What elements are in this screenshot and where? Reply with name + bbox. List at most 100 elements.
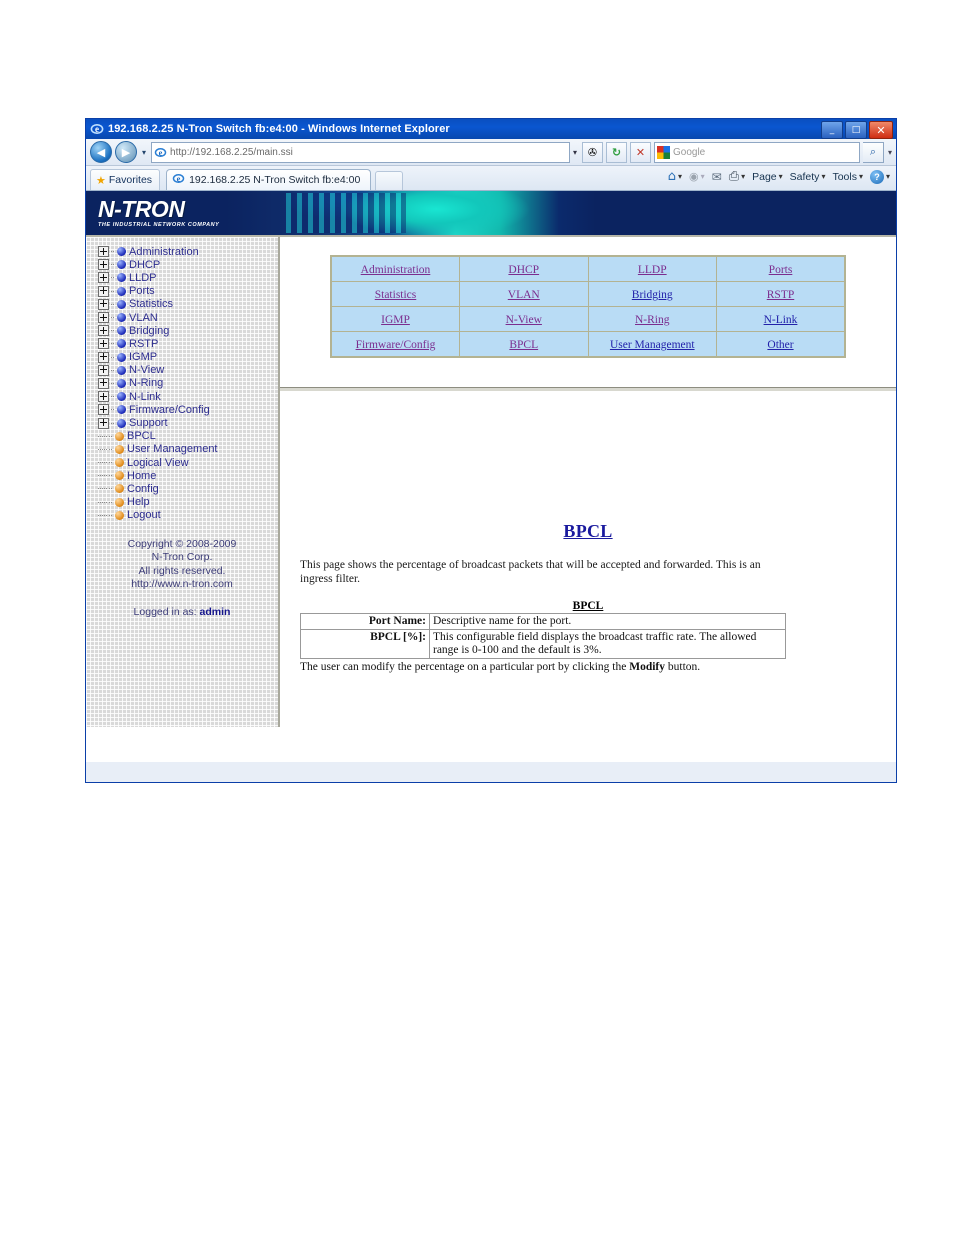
quick-link-igmp[interactable]: IGMP <box>381 314 410 326</box>
quick-link-bridging[interactable]: Bridging <box>632 289 673 301</box>
expand-plus-icon[interactable] <box>98 391 109 403</box>
refresh-icon[interactable]: ↻ <box>605 141 627 163</box>
blue-sphere-icon <box>117 260 126 270</box>
sidebar-item-config[interactable]: Config <box>98 482 278 495</box>
address-dropdown-icon[interactable]: ▾ <box>573 148 579 157</box>
expand-plus-icon[interactable] <box>98 351 109 363</box>
tools-menu-button[interactable]: Tools ▾ <box>830 170 865 184</box>
quick-link-n-ring[interactable]: N-Ring <box>635 314 670 326</box>
quick-link-user-management[interactable]: User Management <box>610 339 695 351</box>
sidebar-item-label: IGMP <box>129 351 158 364</box>
sidebar-item-bridging[interactable]: Bridging <box>98 324 278 337</box>
expand-plus-icon[interactable] <box>98 272 109 284</box>
quick-link-n-link[interactable]: N-Link <box>764 314 798 326</box>
tree-connector-line <box>111 303 115 305</box>
page-menu-button[interactable]: Page ▾ <box>750 170 785 184</box>
sidebar-item-support[interactable]: Support <box>98 416 278 429</box>
stop-icon[interactable]: ✕ <box>629 141 651 163</box>
expand-plus-icon[interactable] <box>98 377 109 389</box>
quick-link-n-view[interactable]: N-View <box>506 314 542 326</box>
chevron-down-icon[interactable]: ▾ <box>140 148 148 157</box>
sidebar-item-logout[interactable]: Logout <box>98 509 278 522</box>
home-caret-icon[interactable]: ▾ <box>678 172 682 181</box>
print-caret-icon[interactable]: ▾ <box>741 172 745 181</box>
expand-plus-icon[interactable] <box>98 259 109 271</box>
mail-button[interactable]: ✉ <box>710 169 724 185</box>
sidebar-item-label: DHCP <box>129 258 161 271</box>
sidebar-item-administration[interactable]: Administration <box>98 245 278 258</box>
table-cell: Ports <box>716 255 846 282</box>
sidebar-item-n-ring[interactable]: N-Ring <box>98 377 278 390</box>
sidebar-item-label: Ports <box>129 285 155 298</box>
sidebar-item-bpcl[interactable]: BPCL <box>98 430 278 443</box>
expand-plus-icon[interactable] <box>98 246 109 258</box>
sidebar-item-label: N-Link <box>129 390 161 403</box>
expand-plus-icon[interactable] <box>98 285 109 297</box>
sidebar-item-rstp[interactable]: RSTP <box>98 337 278 350</box>
quick-link-rstp[interactable]: RSTP <box>767 289 795 301</box>
expand-plus-icon[interactable] <box>98 298 109 310</box>
forward-icon[interactable]: ▶ <box>115 141 137 163</box>
close-button[interactable]: ✕ <box>869 121 893 139</box>
expand-plus-icon[interactable] <box>98 364 109 376</box>
address-bar: ◀ ▶ ▾ e http://192.168.2.25/main.ssi ▾ ✇… <box>86 139 896 166</box>
favorites-button[interactable]: ★ Favorites <box>90 169 161 190</box>
tools-caret-icon[interactable]: ▾ <box>859 172 863 181</box>
home-button[interactable]: ⌂ ▾ <box>666 168 684 185</box>
company-website-link[interactable]: http://www.n-tron.com <box>86 578 278 592</box>
quick-link-dhcp[interactable]: DHCP <box>508 264 539 276</box>
expand-plus-icon[interactable] <box>98 312 109 324</box>
new-tab-button[interactable] <box>375 171 404 190</box>
blue-sphere-icon <box>117 313 126 323</box>
help-caret-icon[interactable]: ▾ <box>886 172 890 181</box>
sidebar-item-home[interactable]: Home <box>98 469 278 482</box>
tree-connector-line <box>98 445 107 454</box>
search-icon[interactable]: ⌕ <box>862 141 884 163</box>
sidebar-item-ports[interactable]: Ports <box>98 285 278 298</box>
feeds-caret-icon[interactable]: ▾ <box>701 172 705 181</box>
expand-plus-icon[interactable] <box>98 404 109 416</box>
safety-caret-icon[interactable]: ▾ <box>821 172 825 181</box>
quick-link-firmware-config[interactable]: Firmware/Config <box>356 339 436 351</box>
search-input[interactable]: Google <box>653 141 860 163</box>
sidebar-item-lldp[interactable]: LLDP <box>98 271 278 284</box>
browser-tab[interactable]: e 192.168.2.25 N-Tron Switch fb:e4:00 <box>166 169 372 190</box>
sidebar-item-label: Firmware/Config <box>129 403 210 416</box>
help-menu-button[interactable]: ? ▾ <box>868 169 892 185</box>
expand-plus-icon[interactable] <box>98 325 109 337</box>
sidebar-item-n-view[interactable]: N-View <box>98 364 278 377</box>
sidebar-item-vlan[interactable]: VLAN <box>98 311 278 324</box>
back-icon[interactable]: ◀ <box>90 141 112 163</box>
quick-link-bpcl[interactable]: BPCL <box>509 339 538 351</box>
expand-plus-icon[interactable] <box>98 338 109 350</box>
sidebar-item-logical-view[interactable]: Logical View <box>98 456 278 469</box>
sidebar-item-dhcp[interactable]: DHCP <box>98 258 278 271</box>
table-cell: RSTP <box>716 281 846 307</box>
quick-link-lldp[interactable]: LLDP <box>638 264 667 276</box>
navigation-tree: Administration DHCP LLDP Ports Statistics VLA… <box>86 245 278 522</box>
tools-menu-label: Tools <box>832 170 857 183</box>
feeds-button[interactable]: ◉ ▾ <box>687 169 707 184</box>
sidebar-item-help[interactable]: Help <box>98 496 278 509</box>
page-caret-icon[interactable]: ▾ <box>779 172 783 181</box>
maximize-button[interactable]: □ <box>845 121 867 139</box>
safety-menu-button[interactable]: Safety ▾ <box>788 170 828 184</box>
sidebar-item-n-link[interactable]: N-Link <box>98 390 278 403</box>
sidebar-item-firmware-config[interactable]: Firmware/Config <box>98 403 278 416</box>
sidebar-item-user-management[interactable]: User Management <box>98 443 278 456</box>
compatibility-view-icon[interactable]: ✇ <box>581 141 603 163</box>
print-button[interactable]: ⎙ ▾ <box>727 168 747 185</box>
minimize-button[interactable]: _ <box>821 121 843 139</box>
quick-link-ports[interactable]: Ports <box>769 264 793 276</box>
quick-link-other[interactable]: Other <box>767 339 793 351</box>
ntron-logo[interactable]: N-TRON THE INDUSTRIAL NETWORK COMPANY <box>98 197 219 228</box>
url-input[interactable]: e http://192.168.2.25/main.ssi <box>151 141 570 163</box>
expand-plus-icon[interactable] <box>98 417 109 429</box>
quick-link-vlan[interactable]: VLAN <box>508 289 540 301</box>
sidebar-item-igmp[interactable]: IGMP <box>98 351 278 364</box>
sidebar-item-statistics[interactable]: Statistics <box>98 298 278 311</box>
search-dropdown-icon[interactable]: ▾ <box>887 148 892 157</box>
blue-sphere-icon <box>117 339 126 349</box>
quick-link-statistics[interactable]: Statistics <box>375 289 417 301</box>
quick-link-administration[interactable]: Administration <box>361 264 431 276</box>
